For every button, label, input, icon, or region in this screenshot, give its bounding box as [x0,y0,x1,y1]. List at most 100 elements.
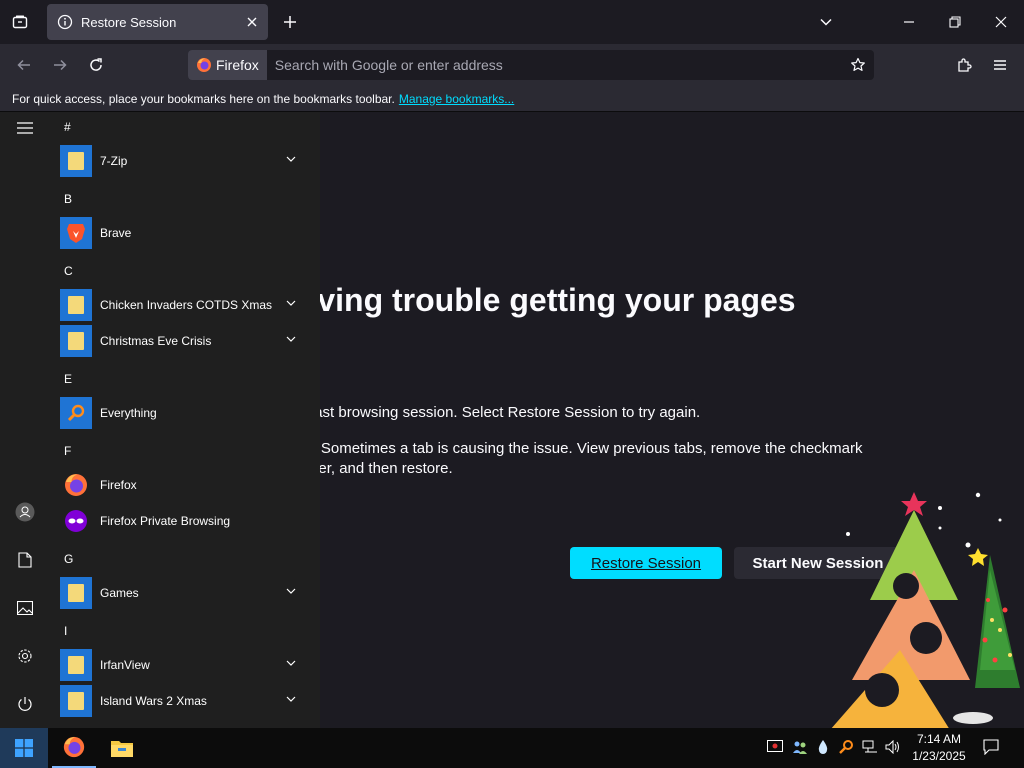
page-hint-line: ession? Sometimes a tab is causing the i… [265,440,863,457]
app-label: Brave [100,226,132,240]
app-label: Chicken Invaders COTDS Xmas [100,298,273,312]
app-item-island-wars[interactable]: Island Wars 2 Xmas [60,684,310,718]
page-title: having trouble getting your pages [280,282,796,318]
bookmark-star-icon[interactable] [850,57,866,73]
folder-icon [60,325,92,357]
bookmarks-hint-text: For quick access, place your bookmarks h… [12,91,395,106]
app-label: Christmas Eve Crisis [100,334,212,348]
restore-window-icon [949,16,961,28]
page-hint-line: to recover, and then restore. [265,460,453,477]
app-item-christmas-eve-crisis[interactable]: Christmas Eve Crisis [60,324,310,358]
chevron-down-icon [286,336,296,342]
taskbar: 7:14 AM 1/23/2025 [0,728,1024,768]
url-bar[interactable]: Firefox [188,50,874,80]
reload-icon [90,58,102,71]
firefox-icon [60,469,92,501]
folder-icon [60,685,92,717]
section-letter[interactable]: I [64,624,67,638]
private-browsing-icon [60,505,92,537]
gold-star-icon [968,548,988,566]
taskbar-firefox-button[interactable] [52,728,96,768]
section-letter[interactable]: C [64,264,73,278]
pictures-button[interactable] [13,596,37,620]
section-letter[interactable]: E [64,372,72,386]
folder-icon [60,145,92,177]
restore-session-button[interactable]: Restore Session [570,547,722,579]
close-window-button[interactable] [989,10,1013,34]
tray-app-icon[interactable] [814,738,832,756]
app-item-games[interactable]: Games [60,576,310,610]
section-letter[interactable]: B [64,192,72,206]
app-item-chicken-invaders[interactable]: Chicken Invaders COTDS Xmas [60,288,310,322]
user-account-button[interactable] [13,500,37,524]
documents-button[interactable] [13,548,37,572]
tray-app-icon[interactable] [766,738,784,756]
tray-app-icon[interactable] [837,738,855,756]
start-menu-rail [0,112,50,728]
notifications-button[interactable] [982,738,1000,756]
manage-bookmarks-link[interactable]: Manage bookmarks... [399,92,514,106]
tab-bar: Restore Session [0,0,1024,44]
section-letter[interactable]: F [64,444,71,458]
brave-icon [60,217,92,249]
forward-button[interactable] [48,53,72,77]
app-label: 7-Zip [100,154,128,168]
app-menu-button[interactable] [988,53,1012,77]
app-item-irfanview[interactable]: IrfanView [60,648,310,682]
new-tab-button[interactable] [278,10,302,34]
chevron-down-icon [820,18,832,26]
app-item-7zip[interactable]: 7-Zip [60,144,310,178]
tray-app-icon[interactable] [791,738,809,756]
identity-box[interactable]: Firefox [188,50,267,80]
restore-window-button[interactable] [943,10,967,34]
clock-time: 7:14 AM [916,732,962,746]
start-button[interactable] [0,728,48,768]
app-list: # 7-Zip B Brave C Chicken Invaders COTDS… [56,112,320,728]
notification-icon [983,739,999,755]
url-input[interactable] [266,57,850,73]
minimize-button[interactable] [897,10,921,34]
back-arrow-icon [17,59,30,71]
christmas-tree-gadget [831,492,1020,728]
hamburger-menu-icon [17,122,33,134]
firefox-view-button[interactable] [8,10,32,34]
picture-icon [17,601,33,615]
app-label: Firefox [100,478,137,492]
forward-arrow-icon [54,59,67,71]
page-description: g your last browsing session. Select Res… [265,404,701,421]
close-icon [995,16,1007,28]
chevron-down-icon [286,696,296,702]
folder-icon [60,289,92,321]
app-item-firefox[interactable]: Firefox [60,468,310,502]
app-item-brave[interactable]: Brave [60,216,310,250]
app-item-firefox-private[interactable]: Firefox Private Browsing [60,504,310,538]
puzzle-icon [958,58,972,72]
close-tab-icon[interactable] [246,16,258,28]
app-label: IrfanView [100,658,150,672]
screen-recorder-icon [767,740,783,752]
settings-button[interactable] [13,644,37,668]
app-label: Firefox Private Browsing [100,514,231,528]
app-item-everything[interactable]: Everything [60,396,310,430]
tab-title: Restore Session [81,14,177,30]
section-letter[interactable]: G [64,552,73,566]
speaker-icon [885,740,899,754]
taskbar-file-explorer-button[interactable] [100,728,144,768]
volume-button[interactable] [884,738,902,756]
section-letter[interactable]: # [64,120,71,134]
plus-icon [284,16,296,28]
extensions-button[interactable] [952,53,976,77]
power-button[interactable] [13,692,37,716]
back-button[interactable] [12,53,36,77]
firefox-view-icon [12,15,28,29]
minimize-icon [904,21,914,23]
bookmarks-toolbar: For quick access, place your bookmarks h… [0,86,1024,112]
expand-menu-button[interactable] [13,116,37,140]
document-icon [18,552,32,568]
taskbar-clock[interactable]: 7:14 AM 1/23/2025 [906,731,972,765]
list-all-tabs-button[interactable] [814,10,838,34]
gear-icon [18,649,32,663]
network-status-button[interactable] [861,738,879,756]
reload-button[interactable] [84,53,108,77]
tab-restore-session[interactable]: Restore Session [47,4,268,40]
